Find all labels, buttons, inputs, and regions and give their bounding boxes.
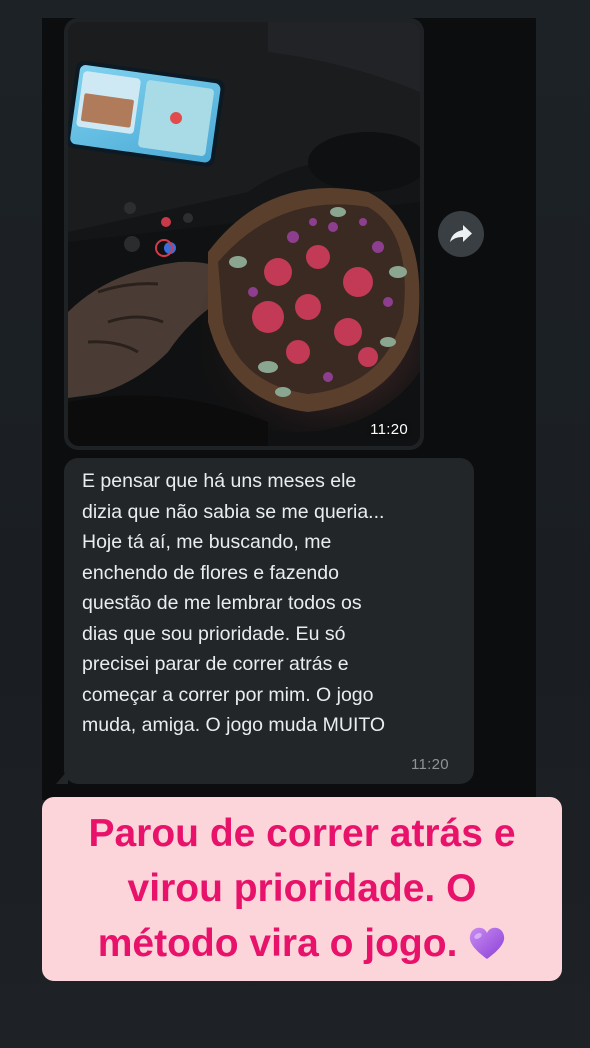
purple-heart-icon: [470, 927, 505, 959]
forward-button[interactable]: [438, 211, 484, 257]
message-text: E pensar que há uns meses ele dizia que …: [82, 470, 386, 736]
forward-arrow-icon: [450, 225, 472, 242]
message-timestamp: 11:20: [411, 756, 449, 773]
bubble-tail: [56, 770, 68, 784]
story-caption: Parou de correr atrás e virou prioridade…: [42, 806, 562, 971]
car-flowers-photo[interactable]: 11:20: [68, 22, 420, 446]
photo-timestamp: 11:20: [370, 421, 408, 438]
caption-text: Parou de correr atrás e virou prioridade…: [88, 812, 516, 965]
